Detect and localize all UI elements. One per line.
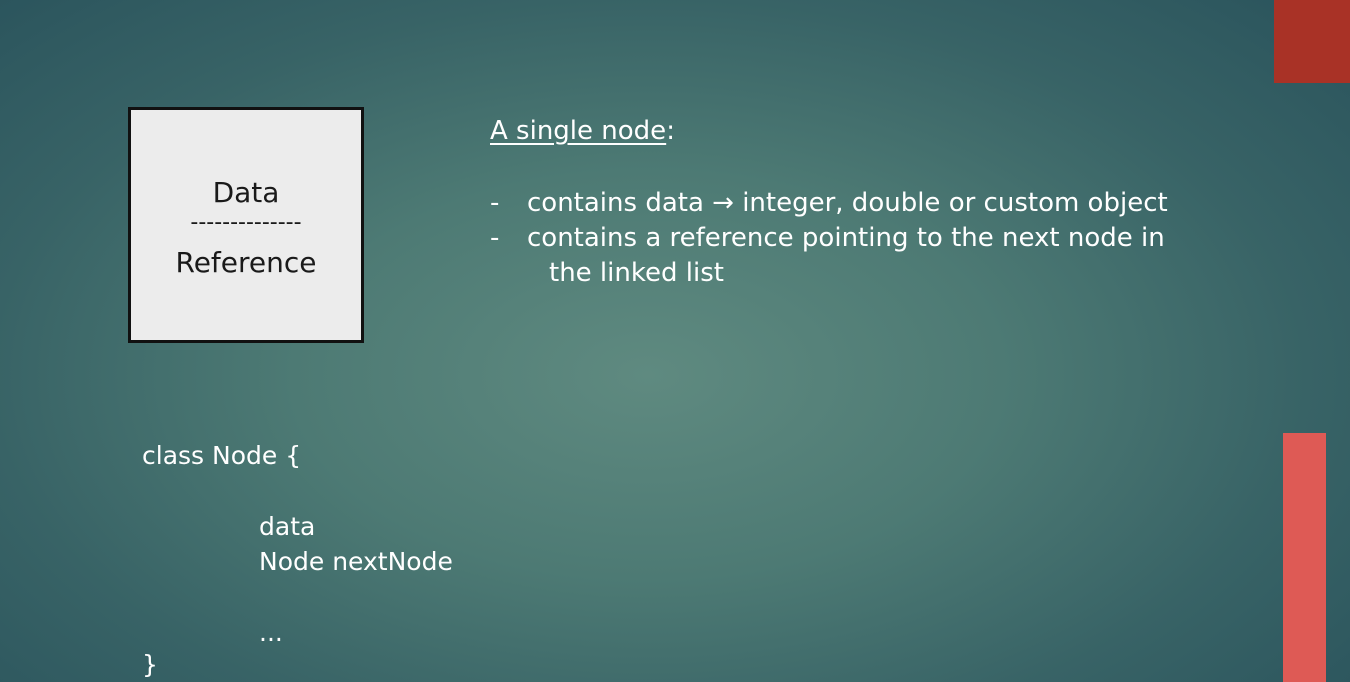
description-bullet-reference: - contains a reference pointing to the n… <box>490 221 1260 291</box>
code-closing-brace: } <box>142 650 158 679</box>
description-title: A single node: <box>490 116 675 146</box>
code-class-declaration: class Node { <box>142 441 302 470</box>
bullet-dash: - <box>490 223 500 253</box>
code-field-data: data <box>259 512 316 541</box>
node-separator: -------------- <box>190 210 302 235</box>
bullet-text: contains data → integer, double or custo… <box>527 188 1168 218</box>
bullet-dash: - <box>490 188 500 218</box>
code-field-next-node: Node nextNode <box>259 547 453 576</box>
description-list: - contains data → integer, double or cus… <box>490 186 1260 291</box>
bullet-text: contains a reference pointing to the nex… <box>527 223 1165 253</box>
description-title-text: A single node <box>490 116 667 146</box>
description-bullet-data: - contains data → integer, double or cus… <box>490 186 1260 221</box>
description-title-colon: : <box>666 116 675 146</box>
bullet-continuation: the linked list <box>549 258 724 288</box>
accent-block-top <box>1274 0 1350 83</box>
node-data-label: Data <box>212 176 280 209</box>
accent-bar-bottom <box>1283 433 1326 682</box>
node-reference-label: Reference <box>175 246 317 279</box>
node-diagram: Data -------------- Reference <box>128 107 364 343</box>
code-ellipsis: ... <box>259 618 283 647</box>
